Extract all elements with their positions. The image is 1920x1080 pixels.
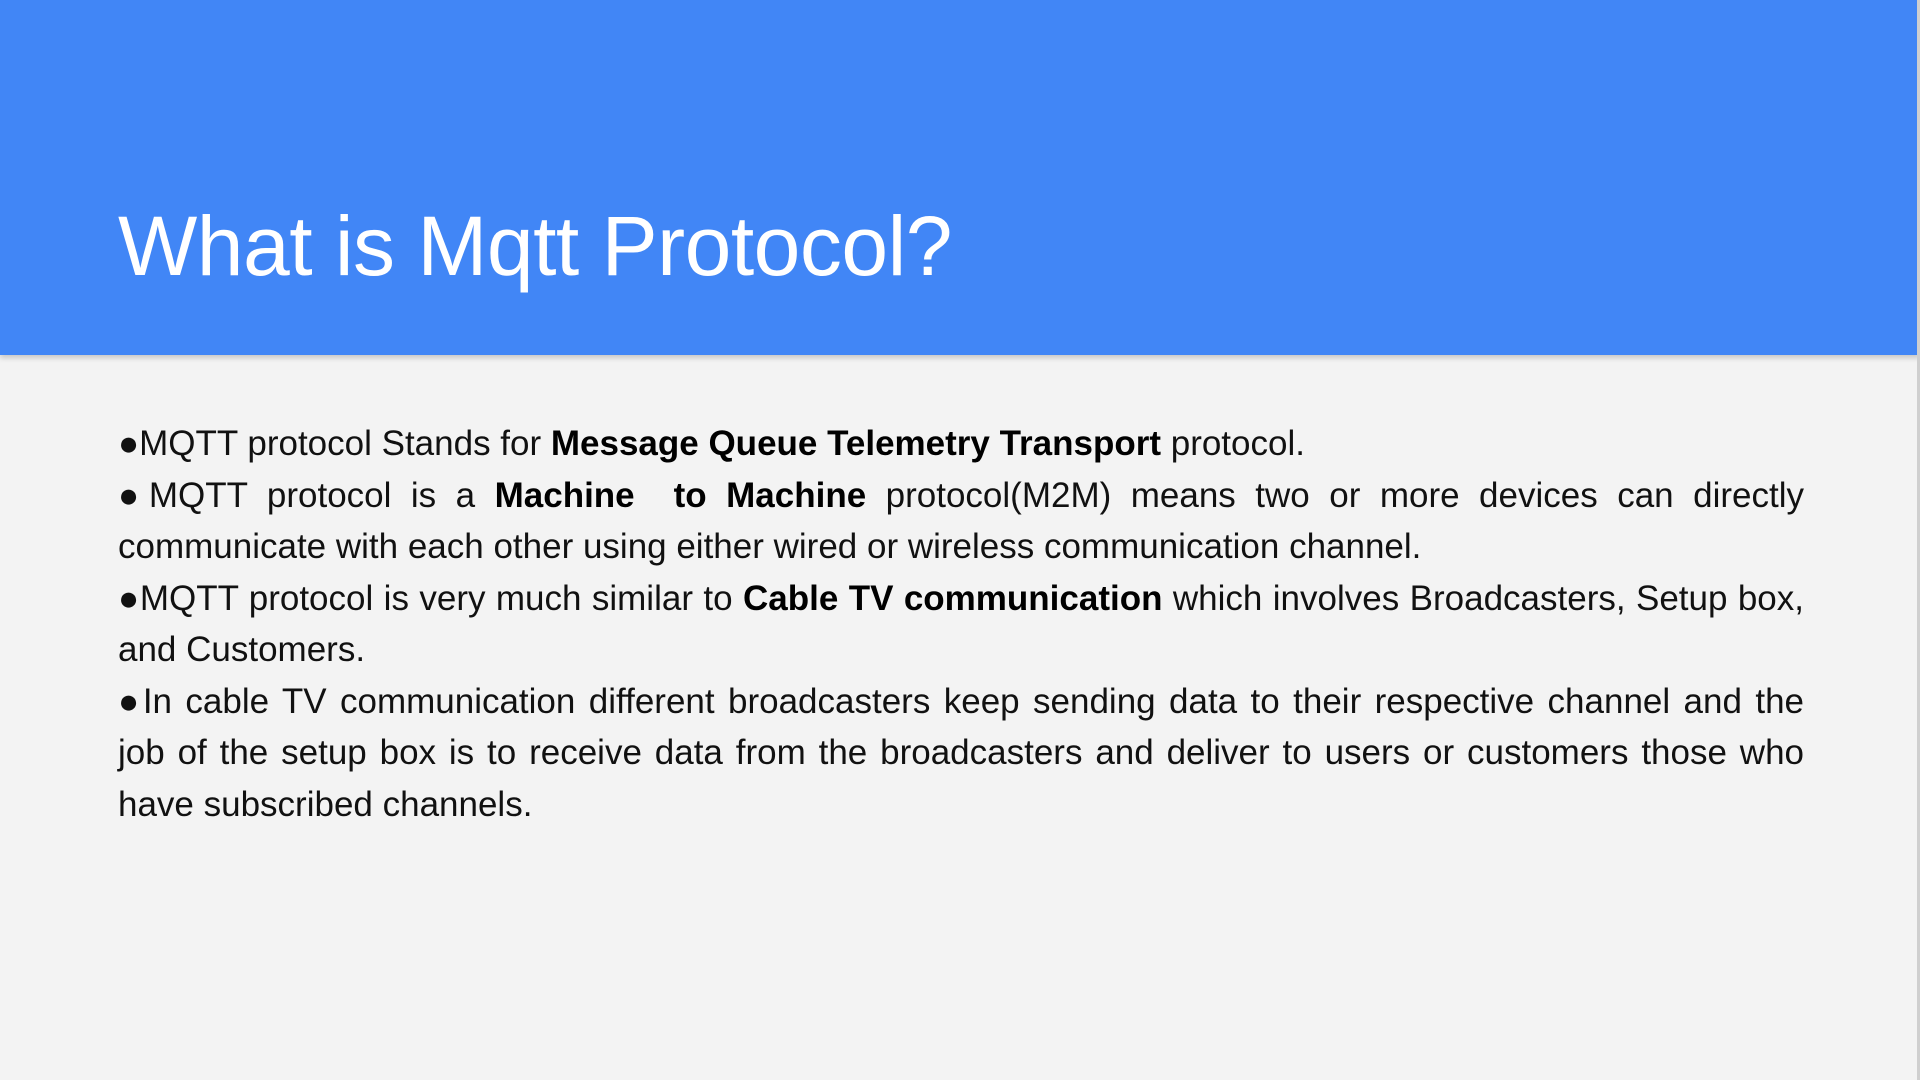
- bullet-text: MQTT protocol is a: [148, 475, 495, 515]
- bullet-icon: ●: [118, 475, 149, 515]
- slide: What is Mqtt Protocol? ●MQTT protocol St…: [0, 0, 1920, 1080]
- bullet-icon: ●: [118, 681, 143, 721]
- bullet-point-1: ●MQTT protocol Stands for Message Queue …: [118, 418, 1804, 470]
- bullet-text: protocol.: [1161, 424, 1305, 463]
- title-banner: What is Mqtt Protocol?: [0, 0, 1920, 355]
- bullet-text: MQTT protocol is very much similar to: [139, 578, 743, 618]
- bullet-text: MQTT protocol Stands for: [139, 424, 551, 463]
- bullet-list: ●MQTT protocol Stands for Message Queue …: [118, 418, 1804, 830]
- bullet-icon: ●: [118, 424, 140, 463]
- bullet-point-2: ●MQTT protocol is a Machine to Machine p…: [118, 470, 1804, 573]
- bullet-point-3: ●MQTT protocol is very much similar to C…: [118, 573, 1804, 676]
- bold-term: Machine to Machine: [494, 475, 867, 515]
- slide-title: What is Mqtt Protocol?: [118, 199, 952, 293]
- bullet-icon: ●: [118, 578, 140, 618]
- bold-term: Message Queue Telemetry Transport: [550, 424, 1161, 463]
- bullet-point-4: ●In cable TV communication different bro…: [118, 676, 1804, 831]
- bullet-text: In cable TV communication different broa…: [118, 681, 1804, 824]
- bold-term: Cable TV communication: [742, 578, 1163, 618]
